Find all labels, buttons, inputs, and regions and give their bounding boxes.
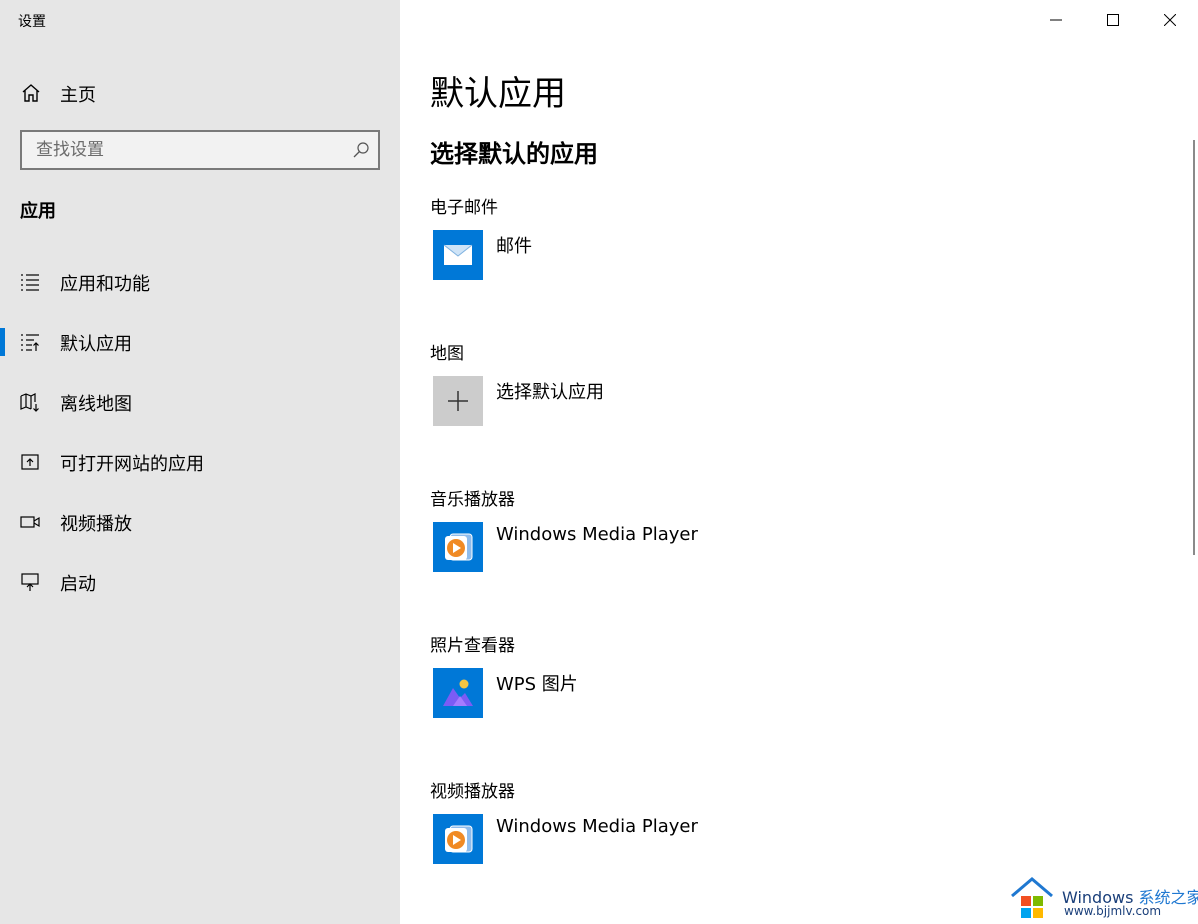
startup-icon <box>20 572 40 592</box>
search-input[interactable] <box>22 132 342 168</box>
selected-indicator <box>0 328 5 356</box>
windows-media-player-icon <box>433 522 483 572</box>
search-box <box>20 130 380 170</box>
photo-viewer-app-button[interactable]: WPS 图片 <box>433 668 733 720</box>
sidebar-item-default-apps[interactable]: 默认应用 <box>0 322 400 362</box>
app-name: WPS 图片 <box>496 674 578 695</box>
sidebar-item-label: 启动 <box>60 574 96 595</box>
sidebar-item-apps-features[interactable]: 应用和功能 <box>0 262 400 302</box>
video-playback-icon <box>20 512 40 532</box>
sidebar-home[interactable]: 主页 <box>0 72 400 112</box>
category-label: 照片查看器 <box>430 636 515 656</box>
sidebar-item-label: 离线地图 <box>60 394 132 415</box>
page-title: 默认应用 <box>430 74 566 114</box>
close-button[interactable] <box>1141 0 1198 40</box>
sidebar-section-heading: 应用 <box>20 201 56 222</box>
mail-icon <box>433 230 483 280</box>
minimize-icon <box>1049 11 1062 30</box>
search-icon[interactable] <box>352 141 370 159</box>
sidebar-item-label: 可打开网站的应用 <box>60 454 204 475</box>
plus-icon <box>433 376 483 426</box>
windows-media-player-icon <box>433 814 483 864</box>
page-subtitle: 选择默认的应用 <box>430 140 598 168</box>
apps-features-icon <box>20 272 40 292</box>
sidebar-home-label: 主页 <box>60 85 96 106</box>
offline-maps-icon <box>20 392 40 412</box>
category-label: 电子邮件 <box>430 198 498 218</box>
video-player-app-button[interactable]: Windows Media Player <box>433 814 733 866</box>
scrollbar[interactable] <box>1193 140 1195 555</box>
wps-pictures-icon <box>433 668 483 718</box>
sidebar-nav: 应用和功能 默认应用 离线地图 可打开网站的应用 视频播放 启动 <box>0 262 400 622</box>
email-app-button[interactable]: 邮件 <box>433 230 733 282</box>
windows-logo-icon <box>1008 874 1056 924</box>
sidebar-item-label: 视频播放 <box>60 514 132 535</box>
default-apps-icon <box>20 332 40 352</box>
app-name: 选择默认应用 <box>496 382 604 403</box>
maximize-icon <box>1106 11 1119 30</box>
window-controls <box>1027 0 1198 40</box>
app-name: Windows Media Player <box>496 816 698 837</box>
sidebar: 设置 主页 应用 应用和功能 <box>0 0 400 924</box>
sidebar-item-video-playback[interactable]: 视频播放 <box>0 502 400 542</box>
sidebar-item-label: 默认应用 <box>60 334 132 355</box>
sidebar-item-label: 应用和功能 <box>60 274 150 295</box>
category-label: 地图 <box>430 344 464 364</box>
maps-app-button[interactable]: 选择默认应用 <box>433 376 733 428</box>
app-name: 邮件 <box>496 236 532 257</box>
app-name: Windows Media Player <box>496 524 698 545</box>
sidebar-item-apps-for-websites[interactable]: 可打开网站的应用 <box>0 442 400 482</box>
watermark: Windows 系统之家 www.bjjmlv.com <box>1008 872 1198 924</box>
watermark-url: www.bjjmlv.com <box>1064 904 1162 918</box>
window-title: 设置 <box>18 14 46 30</box>
maximize-button[interactable] <box>1084 0 1141 40</box>
sidebar-item-startup[interactable]: 启动 <box>0 562 400 602</box>
home-icon <box>20 82 42 104</box>
music-player-app-button[interactable]: Windows Media Player <box>433 522 733 574</box>
category-label: 视频播放器 <box>430 782 515 802</box>
category-label: 音乐播放器 <box>430 490 515 510</box>
sidebar-item-offline-maps[interactable]: 离线地图 <box>0 382 400 422</box>
apps-for-websites-icon <box>20 452 40 472</box>
close-icon <box>1163 11 1176 30</box>
minimize-button[interactable] <box>1027 0 1084 40</box>
